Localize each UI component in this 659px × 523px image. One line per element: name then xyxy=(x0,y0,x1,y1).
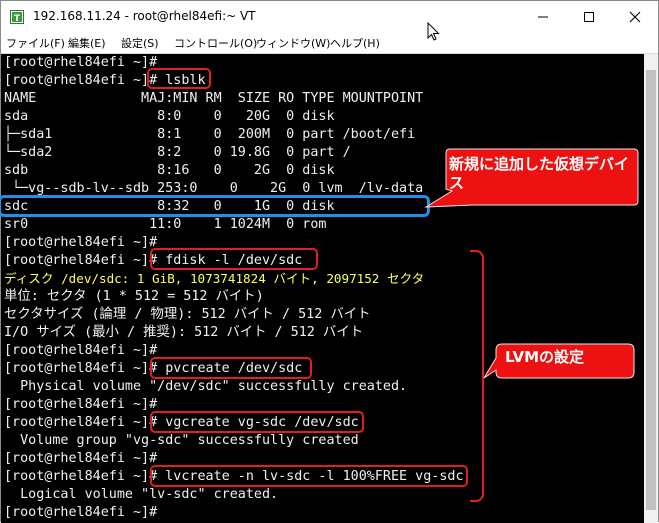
svg-text:T: T xyxy=(14,14,21,24)
terminal-line: [root@rhel84efi ~]# xyxy=(4,343,158,358)
terminal-line: [root@rhel84efi ~]# xyxy=(4,235,158,250)
terminal-line: 単位: セクタ (1 * 512 = 512 バイト) xyxy=(4,289,264,304)
callout-lvm-text: LVMの設定 xyxy=(505,348,585,366)
scrollbar-thumb[interactable] xyxy=(646,70,656,510)
terminal-line: sda 8:0 0 20G 0 disk xyxy=(4,109,335,124)
terminal-line: [root@rhel84efi ~]# xyxy=(4,397,158,412)
menu-settings[interactable]: 設定(S) xyxy=(121,35,159,51)
terminal-screen[interactable]: [root@rhel84efi ~]# [root@rhel84efi ~]# … xyxy=(1,54,644,523)
maximize-icon xyxy=(584,11,594,22)
terminal-line: NAME MAJ:MIN RM SIZE RO TYPE MOUNTPOINT xyxy=(4,91,424,106)
close-icon xyxy=(629,11,641,22)
terminal-line: ├─sda1 8:1 0 200M 0 part /boot/efi xyxy=(4,127,416,142)
close-button[interactable] xyxy=(612,1,658,32)
terminal-line: [root@rhel84efi ~]# xyxy=(4,55,158,70)
terminal-line: I/O サイズ (最小 / 推奨): 512 バイト / 512 バイト xyxy=(4,325,364,340)
vertical-scrollbar[interactable] xyxy=(644,54,658,523)
menu-window[interactable]: ウィンドウ(W) xyxy=(256,35,330,51)
highlight-pvcreate xyxy=(150,357,312,379)
teraterm-icon: T xyxy=(10,10,24,24)
minimize-button[interactable] xyxy=(520,1,566,32)
highlight-vgcreate xyxy=(150,411,364,433)
terminal-line: [root@rhel84efi ~]# xyxy=(4,505,158,520)
maximize-button[interactable] xyxy=(566,1,612,32)
highlight-lvcreate xyxy=(150,465,468,487)
minimize-icon xyxy=(538,16,548,17)
terminal-line: Volume group "vg-sdc" successfully creat… xyxy=(4,433,359,448)
menu-control[interactable]: コントロール(O) xyxy=(174,35,257,51)
mouse-cursor-icon xyxy=(427,22,440,41)
highlight-lsblk xyxy=(147,68,211,89)
highlight-fdisk xyxy=(150,248,318,270)
terminal-line: セクタサイズ (論理 / 物理): 512 バイト / 512 バイト xyxy=(4,307,371,322)
terminal-window: T 192.168.11.24 - root@rhel84efi:~ VT ファ… xyxy=(0,0,659,523)
menu-file[interactable]: ファイル(F) xyxy=(6,35,65,51)
window-title: 192.168.11.24 - root@rhel84efi:~ VT xyxy=(33,9,256,23)
terminal-line: ディスク /dev/sdc: 1 GiB, 1073741824 バイト, 20… xyxy=(4,271,425,286)
terminal-line: sr0 11:0 1 1024M 0 rom xyxy=(4,217,327,232)
menu-help[interactable]: ヘルプ(H) xyxy=(330,35,380,51)
menu-edit[interactable]: 編集(E) xyxy=(68,35,106,51)
terminal-line: [root@rhel84efi ~]# xyxy=(4,451,158,466)
terminal-line: Physical volume "/dev/sdc" successfully … xyxy=(4,379,408,394)
callout-new-device-text: 新規に追加した仮想デバイス xyxy=(449,155,630,192)
terminal-line: └─sda2 8:2 0 19.8G 0 part / xyxy=(4,145,351,160)
highlight-sdc-row xyxy=(0,195,430,217)
title-bar[interactable]: T 192.168.11.24 - root@rhel84efi:~ VT xyxy=(1,1,658,32)
terminal-line: Logical volume "lv-sdc" created. xyxy=(4,487,279,502)
menu-bar: ファイル(F) 編集(E) 設定(S) コントロール(O) ウィンドウ(W) ヘ… xyxy=(1,32,658,54)
terminal-line: sdb 8:16 0 2G 0 disk xyxy=(4,163,335,178)
